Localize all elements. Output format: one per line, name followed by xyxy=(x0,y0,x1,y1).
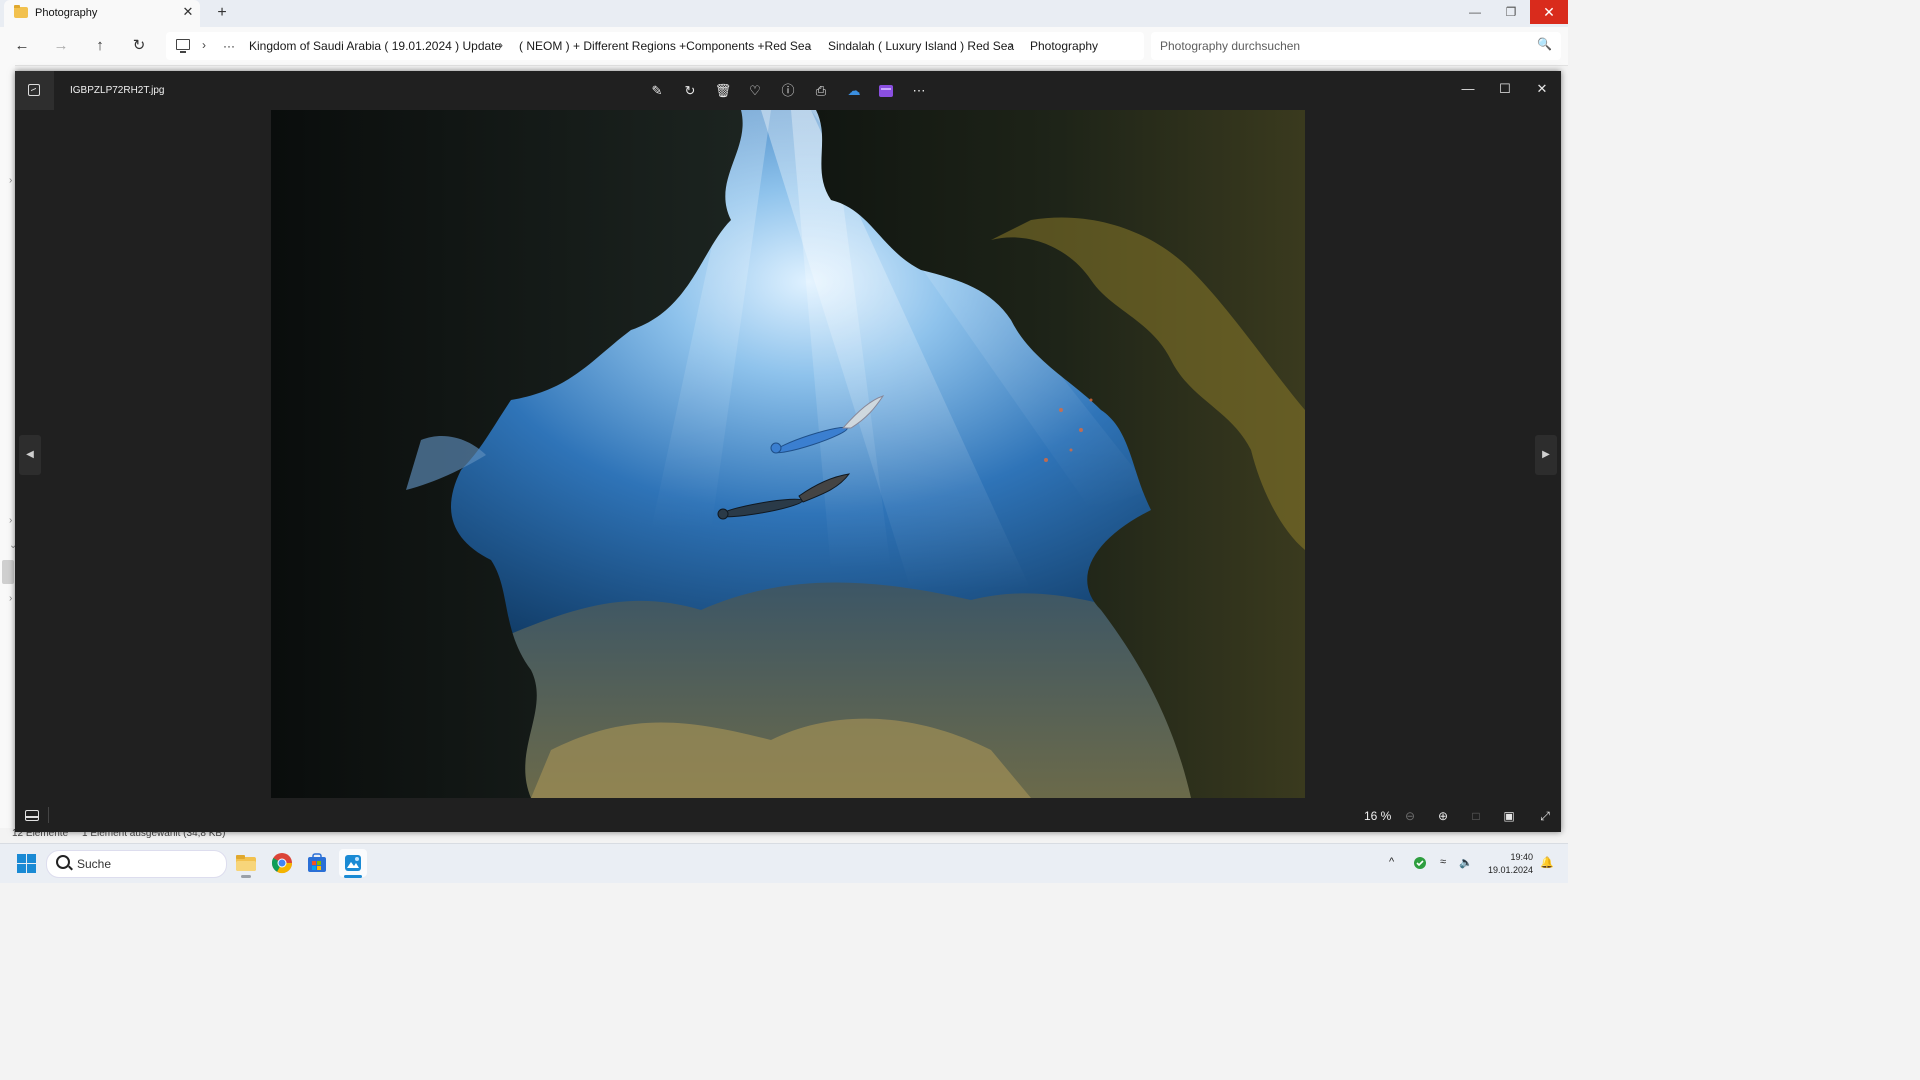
chevron-right-icon[interactable]: › xyxy=(9,175,12,186)
tray-overflow-chevron[interactable]: ^ xyxy=(1389,856,1394,868)
filmstrip-icon[interactable] xyxy=(25,810,39,821)
photo-display[interactable] xyxy=(271,110,1305,798)
start-button[interactable] xyxy=(17,854,36,873)
wifi-icon[interactable]: ≈ xyxy=(1440,856,1446,868)
back-button[interactable]: ← xyxy=(12,36,32,56)
explorer-address-bar: ← → ↑ ↻ › ··· Kingdom of Saudi Arabia ( … xyxy=(0,27,1568,66)
breadcrumb-item-photography[interactable]: Photography xyxy=(1030,39,1098,53)
favorite-icon[interactable]: ♡ xyxy=(746,82,764,100)
active-indicator xyxy=(344,875,362,878)
taskbar-search[interactable]: Suche xyxy=(46,850,227,878)
breadcrumb-separator[interactable]: › xyxy=(499,38,503,52)
chevron-right-icon[interactable]: › xyxy=(9,515,12,526)
explorer-search-input[interactable]: Photography durchsuchen 🔍 xyxy=(1151,32,1561,60)
onedrive-icon[interactable]: ☁ xyxy=(845,82,863,100)
file-explorer-icon[interactable] xyxy=(232,849,260,877)
nav-pane-scrollbar[interactable] xyxy=(2,560,14,584)
running-indicator xyxy=(241,875,251,878)
bottom-divider xyxy=(48,807,49,823)
photos-app-icon xyxy=(28,84,40,96)
previous-image-button[interactable]: ◀ xyxy=(19,435,41,475)
actual-size-icon[interactable]: ▣ xyxy=(1500,807,1518,825)
folder-icon xyxy=(14,5,28,18)
next-image-button[interactable]: ▶ xyxy=(1535,435,1557,475)
breadcrumb-separator[interactable]: › xyxy=(202,38,206,52)
photos-app-button[interactable] xyxy=(15,71,54,110)
security-icon[interactable] xyxy=(1413,856,1427,873)
explorer-tab-bar: Photography ✕ + — ❐ ✕ xyxy=(0,0,1568,27)
tab-close-button[interactable]: ✕ xyxy=(180,4,196,20)
breadcrumb-more[interactable]: ··· xyxy=(223,39,235,53)
underwater-cave-photo xyxy=(271,110,1305,798)
tab-photography[interactable]: Photography ✕ xyxy=(4,0,200,27)
viewer-close-button[interactable]: ✕ xyxy=(1532,79,1552,99)
more-icon[interactable]: ⋯ xyxy=(910,82,928,100)
zoom-level: 16 % xyxy=(1364,809,1392,823)
photos-icon[interactable] xyxy=(339,849,367,877)
fit-to-window-icon[interactable]: □ xyxy=(1467,807,1485,825)
clock-date[interactable]: 19.01.2024 xyxy=(1476,865,1533,875)
clipchamp-icon[interactable] xyxy=(877,82,895,100)
chevron-right-icon[interactable]: › xyxy=(9,593,12,604)
clock-time[interactable]: 19:40 xyxy=(1480,852,1533,862)
viewer-maximize-button[interactable]: ☐ xyxy=(1495,79,1515,99)
search-icon[interactable]: 🔍 xyxy=(1537,37,1552,51)
this-pc-icon[interactable] xyxy=(176,39,190,53)
edit-icon[interactable]: ✎ xyxy=(648,82,666,100)
tab-title: Photography xyxy=(35,7,98,19)
new-tab-button[interactable]: + xyxy=(212,4,232,22)
breadcrumb-separator[interactable]: › xyxy=(807,38,811,52)
up-button[interactable]: ↑ xyxy=(90,36,110,56)
fullscreen-icon[interactable]: ⤢ xyxy=(1536,807,1554,825)
volume-icon[interactable]: 🔈 xyxy=(1459,856,1473,869)
taskbar: Suche ^ ≈ 🔈 19:40 19.01.2024 🔔 xyxy=(0,843,1568,883)
explorer-nav-pane-edge: › › ⌄ › xyxy=(0,65,17,833)
breadcrumb-item-neom[interactable]: ( NEOM ) + Different Regions +Components… xyxy=(519,39,811,53)
rotate-icon[interactable]: ↻ xyxy=(681,82,699,100)
breadcrumb-item-kingdom[interactable]: Kingdom of Saudi Arabia ( 19.01.2024 ) U… xyxy=(249,39,501,53)
chrome-icon[interactable] xyxy=(268,849,296,877)
photos-viewer-window: IGBPZLP72RH2T.jpg ✎ ↻ 🗑 ♡ ⓘ ⎙ ☁ ⋯ — ☐ ✕ xyxy=(15,71,1561,832)
delete-icon[interactable]: 🗑 xyxy=(714,82,732,100)
refresh-button[interactable]: ↻ xyxy=(129,36,149,56)
notification-bell-icon[interactable]: 🔔 xyxy=(1540,856,1554,869)
search-placeholder: Photography durchsuchen xyxy=(1160,39,1301,53)
viewer-title-bar: IGBPZLP72RH2T.jpg ✎ ↻ 🗑 ♡ ⓘ ⎙ ☁ ⋯ — ☐ ✕ xyxy=(15,71,1561,110)
breadcrumb[interactable]: › ··· Kingdom of Saudi Arabia ( 19.01.20… xyxy=(166,32,1144,60)
print-icon[interactable]: ⎙ xyxy=(812,82,830,100)
breadcrumb-separator[interactable]: › xyxy=(1009,38,1013,52)
zoom-out-icon[interactable]: ⊖ xyxy=(1401,807,1419,825)
viewer-bottom-bar: 16 % ⊖ ⊕ □ ▣ ⤢ xyxy=(15,798,1561,832)
store-icon[interactable] xyxy=(303,849,331,877)
taskbar-search-label: Suche xyxy=(77,857,112,871)
breadcrumb-item-sindalah[interactable]: Sindalah ( Luxury Island ) Red Sea xyxy=(828,39,1014,53)
viewer-minimize-button[interactable]: — xyxy=(1458,79,1478,99)
info-icon[interactable]: ⓘ xyxy=(779,82,797,100)
explorer-close-button[interactable]: ✕ xyxy=(1530,0,1568,24)
file-name: IGBPZLP72RH2T.jpg xyxy=(70,85,165,96)
explorer-restore-button[interactable]: ❐ xyxy=(1488,0,1534,24)
forward-button[interactable]: → xyxy=(51,36,71,56)
search-icon xyxy=(56,855,70,869)
zoom-in-icon[interactable]: ⊕ xyxy=(1434,807,1452,825)
